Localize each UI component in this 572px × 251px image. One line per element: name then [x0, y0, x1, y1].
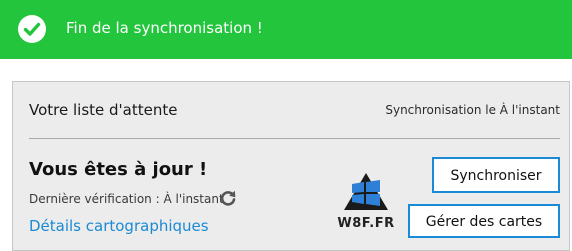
queue-title: Votre liste d'attente [29, 101, 178, 119]
watermark-text: W8F.FR [337, 216, 395, 231]
synchronize-button[interactable]: Synchroniser [432, 157, 560, 193]
divider [29, 138, 560, 139]
sync-status-text: Synchronisation le À l'instant [385, 103, 560, 117]
manage-maps-button[interactable]: Gérer des cartes [408, 204, 560, 238]
watermark-logo: W8F.FR [330, 170, 402, 236]
banner-message: Fin de la synchronisation ! [66, 19, 263, 37]
notification-banner: Fin de la synchronisation ! [0, 0, 572, 59]
status-headline: Vous êtes à jour ! [29, 159, 208, 180]
map-details-link[interactable]: Détails cartographiques [29, 217, 209, 235]
refresh-icon[interactable] [219, 189, 237, 207]
check-circle-icon [18, 15, 46, 43]
spacer-strip [0, 59, 572, 81]
windows-logo-icon [344, 173, 388, 210]
last-check-text: Dernière vérification : À l'instant [29, 192, 224, 206]
